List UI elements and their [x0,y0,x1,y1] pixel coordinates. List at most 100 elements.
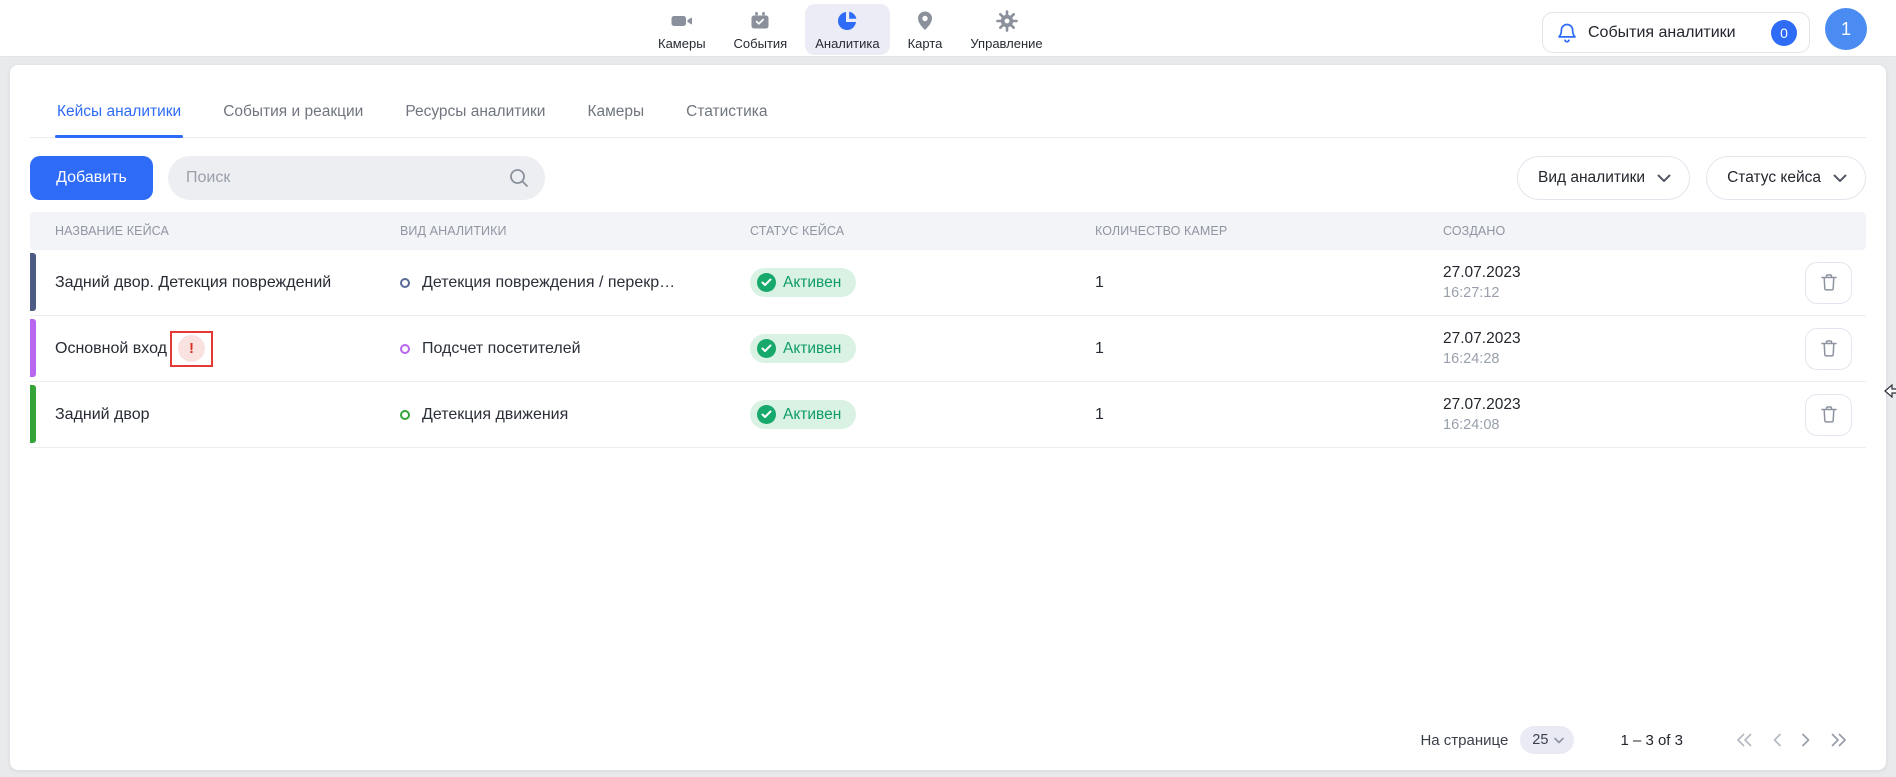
chevron-down-icon [1657,174,1671,183]
first-page-button[interactable] [1735,733,1753,747]
last-page-button[interactable] [1830,733,1848,747]
tab-analytics-cases[interactable]: Кейсы аналитики [57,103,181,137]
pager-controls [1735,733,1848,747]
col-created: СОЗДАНО [1443,224,1776,238]
created-cell: 27.07.2023 16:24:08 [1443,396,1776,433]
analytics-type-label: Подсчет посетителей [422,340,581,358]
pie-chart-icon [835,9,859,33]
status-label: Активен [783,340,841,358]
analytics-type-filter[interactable]: Вид аналитики [1517,156,1690,200]
prev-page-button[interactable] [1772,733,1782,747]
created-time: 16:27:12 [1443,285,1776,301]
analytics-type-icon [400,410,410,420]
check-icon [757,273,776,292]
analytics-page-card: Кейсы аналитики События и реакции Ресурс… [10,65,1886,770]
add-case-button[interactable]: Добавить [30,156,153,200]
nav-label: Камеры [658,36,706,51]
table-row[interactable]: Задний двор Детекция движения Активен 1 … [30,382,1866,448]
mouse-cursor-artifact [1884,383,1896,404]
analytics-type-label: Детекция повреждения / перекр… [422,274,675,292]
created-cell: 27.07.2023 16:24:28 [1443,330,1776,367]
trash-icon [1820,339,1838,358]
search-box [168,156,545,200]
camera-count: 1 [1095,406,1443,424]
case-status-filter[interactable]: Статус кейса [1706,156,1866,200]
col-analytics-type: ВИД АНАЛИТИКИ [400,224,750,238]
nav-item-events[interactable]: События [724,4,798,55]
main-navigation: Камеры События Аналитика [648,4,1053,55]
per-page-label: На странице [1420,732,1508,749]
table-row[interactable]: Основной вход ! Подсчет посетителей Акти… [30,316,1866,382]
trash-icon [1820,405,1838,424]
tab-analytics-resources[interactable]: Ресурсы аналитики [405,103,545,137]
col-camera-count: КОЛИЧЕСТВО КАМЕР [1095,224,1443,238]
created-cell: 27.07.2023 16:27:12 [1443,264,1776,301]
case-name: Задний двор [55,406,150,424]
analytics-type-label: Детекция движения [422,406,568,424]
status-label: Активен [783,274,841,292]
search-input[interactable] [168,156,545,200]
map-pin-icon [913,9,937,33]
camera-count: 1 [1095,340,1443,358]
gear-icon [995,9,1019,33]
top-bar: Камеры События Аналитика [0,0,1896,57]
created-time: 16:24:08 [1443,417,1776,433]
nav-item-management[interactable]: Управление [960,4,1052,55]
warning-annotation-box: ! [170,331,213,367]
created-date: 27.07.2023 [1443,396,1776,414]
cases-table: НАЗВАНИЕ КЕЙСА ВИД АНАЛИТИКИ СТАТУС КЕЙС… [30,212,1866,448]
case-color-bar [30,319,36,377]
user-avatar[interactable]: 1 [1825,8,1867,50]
delete-case-button[interactable] [1805,394,1852,436]
calendar-check-icon [748,9,772,33]
events-count-badge: 0 [1771,20,1797,46]
video-camera-icon [670,9,694,33]
tab-events-reactions[interactable]: События и реакции [223,103,363,137]
trash-icon [1820,273,1838,292]
pagination-range: 1 – 3 of 3 [1620,732,1683,749]
nav-item-analytics[interactable]: Аналитика [805,4,889,55]
check-icon [757,405,776,424]
case-name: Задний двор. Детекция повреждений [55,274,331,292]
tab-statistics[interactable]: Статистика [686,103,767,137]
chevron-down-icon [1833,174,1847,183]
tab-cameras[interactable]: Камеры [587,103,644,137]
status-badge: Активен [750,268,856,297]
case-color-bar [30,253,36,311]
nav-label: Аналитика [815,36,879,51]
camera-count: 1 [1095,274,1443,292]
case-color-bar [30,385,36,443]
chevron-down-icon [1554,737,1564,744]
delete-case-button[interactable] [1805,262,1852,304]
status-label: Активен [783,406,841,424]
nav-label: Карта [908,36,943,51]
analytics-events-label: События аналитики [1588,24,1736,42]
nav-item-map[interactable]: Карта [898,4,953,55]
analytics-type-icon [400,278,410,288]
cases-toolbar: Добавить Вид аналитики Статус кейса [30,156,1866,200]
created-date: 27.07.2023 [1443,330,1776,348]
created-time: 16:24:28 [1443,351,1776,367]
per-page-value: 25 [1532,732,1548,748]
nav-label: События [734,36,788,51]
case-name: Основной вход [55,340,167,358]
table-header: НАЗВАНИЕ КЕЙСА ВИД АНАЛИТИКИ СТАТУС КЕЙС… [30,212,1866,250]
next-page-button[interactable] [1801,733,1811,747]
status-badge: Активен [750,334,856,363]
analytics-events-button[interactable]: События аналитики 0 [1542,12,1810,53]
analytics-tabs: Кейсы аналитики События и реакции Ресурс… [30,65,1866,138]
warning-icon: ! [178,335,205,362]
filter-label: Статус кейса [1727,169,1821,187]
status-badge: Активен [750,400,856,429]
nav-item-cameras[interactable]: Камеры [648,4,716,55]
table-row[interactable]: Задний двор. Детекция повреждений Детекц… [30,250,1866,316]
check-icon [757,339,776,358]
filter-label: Вид аналитики [1538,169,1645,187]
search-icon [508,167,530,194]
nav-label: Управление [970,36,1042,51]
col-case-name: НАЗВАНИЕ КЕЙСА [30,224,400,238]
created-date: 27.07.2023 [1443,264,1776,282]
filters: Вид аналитики Статус кейса [1517,156,1866,200]
per-page-select[interactable]: 25 [1520,726,1574,754]
delete-case-button[interactable] [1805,328,1852,370]
